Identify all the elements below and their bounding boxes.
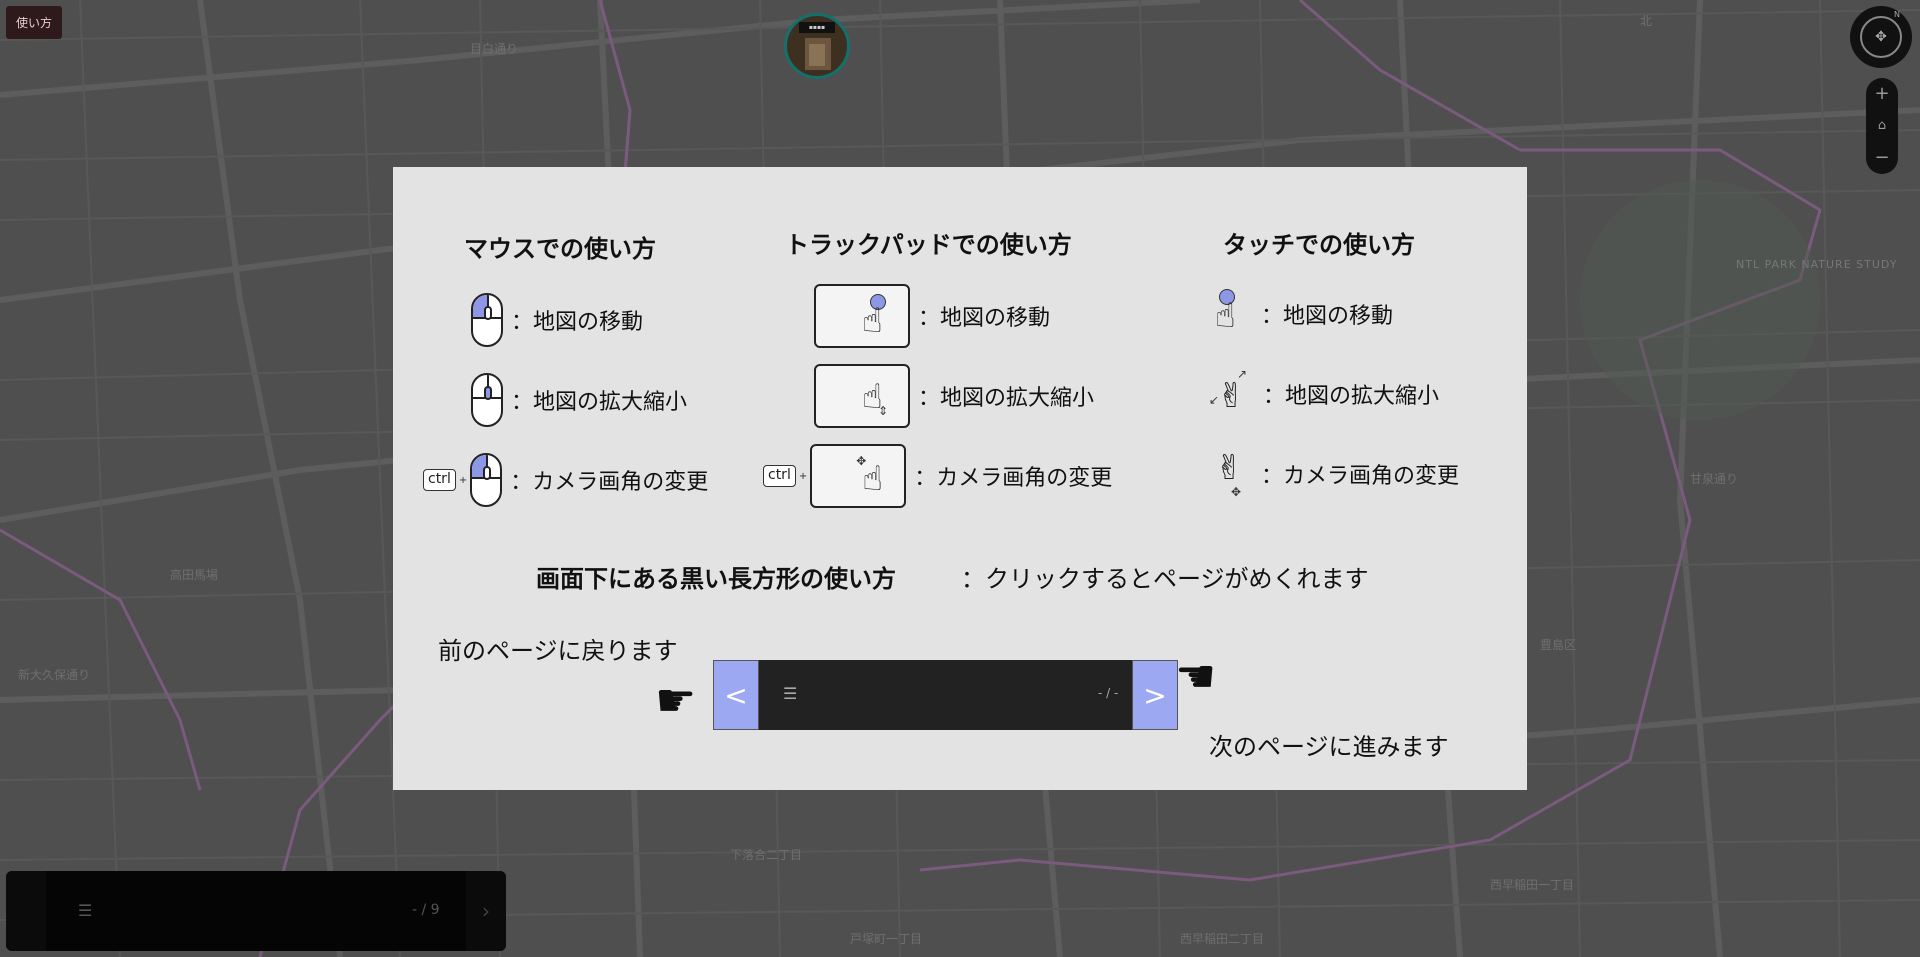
map-label: 西早稲田一丁目: [1490, 878, 1575, 892]
touch-section-title: タッチでの使い方: [1223, 231, 1415, 259]
touch-two-finger-icon: ✌ ✥: [1215, 448, 1244, 499]
map-label: NTL PARK NATURE STUDY: [1736, 258, 1898, 271]
map-label: 新大久保通り: [18, 668, 91, 682]
prev-page-caption: 前のページに戻ります: [438, 637, 678, 665]
touch-camera-row: ✌ ✥ ：カメラ画角の変更: [1213, 447, 1459, 501]
demo-page-navigator: < ☰ - / - >: [713, 660, 1178, 730]
touch-tap-icon: ☝: [1213, 287, 1253, 341]
trackpad-zoom-label: ：地図の拡大縮小: [918, 386, 1095, 411]
mouse-move-row: ：地図の移動: [471, 293, 643, 347]
trackpad-section-title: トラックパッドでの使い方: [785, 231, 1072, 259]
trackpad-camera-label: ：カメラ画角の変更: [914, 466, 1113, 491]
mouse-zoom-row: ：地図の拡大縮小: [471, 373, 687, 427]
zoom-in-button[interactable]: +: [1874, 85, 1889, 103]
mouse-wheel-icon: [471, 373, 503, 427]
map-label: 北: [1640, 14, 1653, 28]
trackpad-zoom-row: ☝ ⇕ ：地図の拡大縮小: [814, 364, 1094, 428]
touch-move-row: ☝ ：地図の移動: [1213, 287, 1393, 341]
mouse-zoom-label: ：地図の拡大縮小: [511, 390, 688, 415]
trackpad-camera-row: ctrl + ✥ ☝ ：カメラ画角の変更: [763, 444, 1112, 508]
ctrl-key-icon: ctrl: [763, 465, 796, 487]
north-label: N: [1894, 10, 1900, 19]
map-label: 下落合二丁目: [730, 848, 803, 862]
list-icon[interactable]: ☰: [78, 901, 92, 920]
bar-section-description: ：クリックするとページがめくれます: [961, 565, 1369, 593]
trackpad-tap-icon: ☝: [814, 284, 910, 348]
demo-page-count: - / -: [1098, 686, 1119, 700]
pointing-right-hand-icon: ☛: [655, 673, 697, 727]
trackpad-drag-icon: ✥ ☝: [810, 444, 907, 508]
touch-camera-label: ：カメラ画角の変更: [1261, 464, 1460, 489]
howto-button[interactable]: 使い方: [6, 6, 62, 39]
compass-icon: ✥: [1860, 16, 1902, 58]
page-navigator[interactable]: ☰ - / 9 ›: [6, 871, 506, 951]
compass-control[interactable]: N ✥: [1850, 6, 1912, 68]
mouse-camera-label: ：カメラ画角の変更: [510, 470, 709, 495]
pointing-left-hand-icon: ☛: [1175, 649, 1217, 703]
prev-page-button[interactable]: [6, 871, 46, 951]
plus-icon: +: [798, 470, 808, 482]
home-button[interactable]: ⌂: [1878, 117, 1886, 135]
map-label: 豊島区: [1540, 638, 1577, 652]
mouse-section-title: マウスでの使い方: [464, 235, 656, 263]
trackpad-pinch-icon: ☝ ⇕: [814, 364, 910, 428]
storefront-image: [809, 44, 825, 66]
map-label: 高田馬場: [170, 568, 219, 582]
mouse-left-click-icon: [471, 293, 503, 347]
page-count: - / 9: [412, 902, 440, 918]
touch-pinch-icon: ↙ ↗ ✌: [1209, 367, 1248, 416]
howto-modal: マウスでの使い方 トラックパッドでの使い方 タッチでの使い方 ：地図の移動 ：地…: [393, 167, 1527, 790]
bar-section-title: 画面下にある黒い長方形の使い方: [536, 565, 896, 593]
ctrl-key-icon: ctrl: [423, 469, 456, 491]
trackpad-move-row: ☝ ：地図の移動: [814, 284, 1050, 348]
map-label: 戸塚町一丁目: [850, 932, 923, 946]
next-page-button[interactable]: ›: [466, 871, 506, 951]
trackpad-move-label: ：地図の移動: [918, 306, 1051, 331]
zoom-out-button[interactable]: −: [1874, 149, 1889, 167]
touch-zoom-row: ↙ ↗ ✌ ：地図の拡大縮小: [1209, 367, 1439, 421]
place-thumbnail[interactable]: ▪▪▪▪: [784, 13, 850, 79]
plus-icon: +: [458, 474, 468, 486]
touch-move-label: ：地図の移動: [1261, 304, 1394, 329]
map-label: 甘泉通り: [1690, 472, 1739, 486]
mouse-move-label: ：地図の移動: [511, 310, 644, 335]
mouse-camera-row: ctrl + ：カメラ画角の変更: [423, 453, 708, 507]
list-icon: ☰: [783, 684, 798, 703]
demo-prev-button: <: [713, 660, 759, 730]
next-page-caption: 次のページに進みます: [1209, 733, 1449, 761]
touch-zoom-label: ：地図の拡大縮小: [1263, 384, 1440, 409]
map-label: 目白通り: [470, 42, 519, 56]
map-label: 西早稲田二丁目: [1180, 932, 1265, 946]
shop-sign-image: ▪▪▪▪: [799, 22, 835, 33]
demo-next-button: >: [1132, 660, 1178, 730]
zoom-control: + ⌂ −: [1866, 78, 1898, 174]
mouse-left-click-icon: [470, 453, 503, 507]
